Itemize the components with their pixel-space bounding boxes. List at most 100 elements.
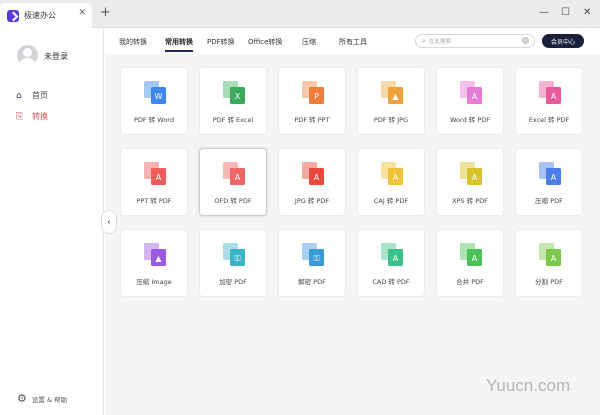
chevron-left-icon: ‹ [107,216,111,228]
svg-text:A: A [551,173,557,182]
excel-to-pdf-icon: A [539,81,561,104]
tool-card-label: OFD 转 PDF [214,197,252,205]
svg-text:A: A [314,173,320,182]
split-pdf-icon: A [539,243,561,266]
decrypt-pdf-icon: ⚿ [302,243,324,266]
xps-to-pdf-icon: A [460,162,482,185]
svg-text:A: A [472,173,478,182]
pdf-to-jpg-icon: ▲ [381,81,403,104]
tool-card[interactable]: ⚿ 解密 PDF [278,229,346,297]
jpg-to-pdf-icon: A [302,162,324,185]
pdf-to-excel-icon: X [223,81,245,104]
svg-text:W: W [155,92,163,101]
main-area: 我的转换 常用转换 PDF转换 Office转换 压缩 所有工具 ⌕ 在此搜索 … [105,28,600,415]
tool-card-label: 压缩 PDF [535,197,563,205]
maximize-button[interactable]: ☐ [561,7,570,18]
close-window-button[interactable]: ✕ [583,7,591,18]
tab-close-icon[interactable]: ✕ [78,8,86,18]
tool-card-label: PDF 转 PPT [294,116,330,124]
tool-card-label: JPG 转 PDF [294,197,330,205]
sidebar-item-home[interactable]: ⌂ 首页 [16,90,48,101]
tool-card[interactable]: W PDF 转 Word [120,67,188,135]
app-logo-icon [7,9,19,22]
tool-card[interactable]: A JPG 转 PDF [278,148,346,216]
tool-card[interactable]: A XPS 转 PDF [436,148,504,216]
sidebar: 未登录 ⌂ 首页 ⎘ 转换 ⚙ 设置 & 帮助 [0,28,104,415]
app-tab[interactable]: 极速办公 ✕ [0,3,92,28]
svg-text:X: X [235,92,241,101]
tool-card-label: Excel 转 PDF [528,116,570,124]
settings-help-button[interactable]: ⚙ 设置 & 帮助 [17,392,67,405]
merge-pdf-icon: A [460,243,482,266]
sidebar-item-label: 首页 [32,91,48,100]
sidebar-item-label: 转换 [32,112,48,121]
clear-search-icon[interactable]: ✕ [522,37,529,44]
new-tab-button[interactable]: + [100,5,111,20]
tool-card-label: 加密 PDF [219,278,247,286]
svg-text:P: P [314,92,319,101]
svg-text:A: A [551,254,557,263]
avatar[interactable] [17,45,38,66]
minimize-button[interactable]: — [539,7,549,18]
encrypt-pdf-icon: ⚿ [223,243,245,266]
tool-card-label: 解密 PDF [298,278,326,286]
tool-card[interactable]: A OFD 转 PDF [199,148,267,216]
tool-card[interactable]: X PDF 转 Excel [199,67,267,135]
convert-icon: ⎘ [16,111,24,122]
tab-compress[interactable]: 压缩 [302,37,316,47]
cad-to-pdf-icon: A [381,243,403,266]
vip-center-button[interactable]: 会员中心 [542,34,584,48]
tool-card[interactable]: A Excel 转 PDF [515,67,583,135]
tool-card[interactable]: A 合并 PDF [436,229,504,297]
tab-my-conversions[interactable]: 我的转换 [119,37,147,47]
tool-card[interactable]: P PDF 转 PPT [278,67,346,135]
compress-pdf-icon: A [539,162,561,185]
tool-card[interactable]: A PPT 转 PDF [120,148,188,216]
watermark: Yuucn.com [486,376,571,395]
tool-card-label: CAJ 转 PDF [373,197,409,205]
ppt-to-pdf-icon: A [144,162,166,185]
gear-icon: ⚙ [17,392,27,405]
caj-to-pdf-icon: A [381,162,403,185]
tab-pdf-conversions[interactable]: PDF转换 [207,37,235,47]
tool-card-label: PDF 转 Word [133,116,174,124]
tab-office-conversions[interactable]: Office转换 [248,37,282,47]
tab-common-conversions[interactable]: 常用转换 [165,37,193,47]
tool-card-label: PDF 转 Excel [212,116,254,124]
svg-text:⚿: ⚿ [234,254,240,263]
tool-card-label: Word 转 PDF [449,116,490,124]
tool-card[interactable]: ▲ 压缩 Image [120,229,188,297]
tab-all-tools[interactable]: 所有工具 [339,37,367,47]
tool-card-label: 合并 PDF [456,278,484,286]
ofd-to-pdf-icon: A [223,162,245,185]
top-nav: 我的转换 常用转换 PDF转换 Office转换 压缩 所有工具 ⌕ 在此搜索 … [105,28,600,54]
svg-text:▲: ▲ [392,92,399,101]
svg-text:A: A [393,254,399,263]
svg-text:A: A [156,173,162,182]
tool-card-label: PPT 转 PDF [136,197,172,205]
username[interactable]: 未登录 [44,51,68,62]
tool-card[interactable]: ⚿ 加密 PDF [199,229,267,297]
sidebar-item-convert[interactable]: ⎘ 转换 [16,111,48,122]
tool-card[interactable]: A 压缩 PDF [515,148,583,216]
svg-text:A: A [235,173,241,182]
word-to-pdf-icon: A [460,81,482,104]
tool-card[interactable]: A CAD 转 PDF [357,229,425,297]
collapse-sidebar-button[interactable]: ‹ [101,210,117,234]
tool-card[interactable]: A CAJ 转 PDF [357,148,425,216]
tool-card[interactable]: A 分割 PDF [515,229,583,297]
tool-card-label: PDF 转 JPG [373,116,409,124]
title-bar: 极速办公 ✕ + — ☐ ✕ [0,0,600,28]
svg-text:A: A [472,254,478,263]
home-icon: ⌂ [16,90,22,101]
search-input[interactable]: 在此搜索 [429,37,451,45]
pdf-to-word-icon: W [144,81,166,104]
tool-card-label: 压缩 Image [136,278,172,286]
svg-text:⚿: ⚿ [313,254,319,263]
compress-image-icon: ▲ [144,243,166,266]
tool-card[interactable]: ▲ PDF 转 JPG [357,67,425,135]
tool-card-label: XPS 转 PDF [452,197,488,205]
search-box[interactable]: ⌕ 在此搜索 ✕ [415,34,535,48]
tool-card[interactable]: A Word 转 PDF [436,67,504,135]
tab-title: 极速办公 [24,11,56,20]
